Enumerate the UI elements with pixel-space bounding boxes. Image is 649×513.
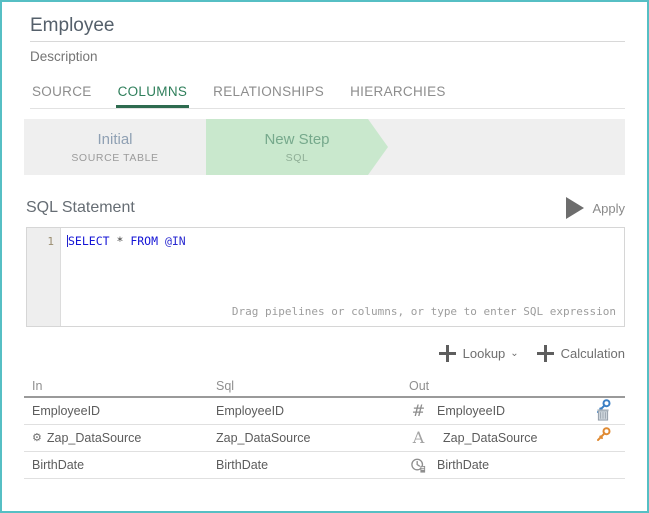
cell-in: BirthDate (32, 458, 85, 472)
description-input[interactable] (30, 48, 625, 66)
cell-sql: BirthDate (216, 458, 269, 472)
chevron-down-icon: ⌄ (510, 348, 519, 359)
tab-bar: SOURCE COLUMNS RELATIONSHIPS HIERARCHIES (30, 84, 625, 109)
text-icon: A (412, 428, 425, 447)
cell-out-label: BirthDate (437, 458, 490, 472)
row-action-icons[interactable] (581, 425, 625, 451)
sql-editor[interactable]: 1 SELECT * FROM @IN Drag pipelines or co… (26, 227, 625, 327)
column-header-out: Out (409, 379, 430, 393)
step-initial-subtitle: SOURCE TABLE (71, 152, 159, 164)
tab-source[interactable]: SOURCE (30, 84, 94, 108)
cell-out-label: Zap_DataSource (443, 431, 538, 445)
cell-out: BirthDate (409, 457, 625, 474)
sql-star-operator: * (109, 234, 131, 248)
sql-keyword-from: FROM (130, 234, 159, 248)
key-icon[interactable] (595, 427, 611, 443)
apply-button-label: Apply (592, 200, 625, 216)
add-calculation-label: Calculation (560, 346, 625, 361)
sql-code-line: SELECT * FROM @IN (67, 234, 624, 249)
step-initial[interactable]: Initial SOURCE TABLE (24, 119, 206, 175)
sql-section-header: SQL Statement Apply (26, 197, 625, 219)
line-number: 1 (47, 235, 54, 248)
tab-hierarchies[interactable]: HIERARCHIES (348, 84, 448, 108)
tab-columns[interactable]: COLUMNS (115, 84, 190, 108)
play-triangle-icon (566, 197, 585, 219)
sql-pipeline-variable: @IN (158, 234, 186, 248)
plus-icon (438, 345, 456, 362)
column-mapping-table: In Sql Out EmployeeID EmployeeID # Emplo… (24, 374, 625, 479)
gear-icon: ⚙ (32, 431, 42, 444)
add-lookup-label: Lookup (462, 346, 506, 361)
table-row[interactable]: ⚙ Zap_DataSource Zap_DataSource A Zap_Da… (24, 425, 625, 452)
sql-editor-gutter: 1 (27, 228, 61, 326)
cell-sql: Zap_DataSource (216, 431, 311, 445)
table-header-row: In Sql Out (24, 374, 625, 398)
cell-out-label: EmployeeID (437, 404, 506, 418)
title-field-wrapper (30, 14, 625, 42)
column-header-in: In (32, 379, 43, 393)
trash-icon[interactable] (596, 408, 610, 421)
step-initial-name: Initial (97, 131, 133, 148)
description-field-wrapper (30, 48, 625, 66)
step-new-step-name: New Step (264, 131, 330, 148)
employee-editor-window: SOURCE COLUMNS RELATIONSHIPS HIERARCHIES… (0, 0, 649, 513)
step-new-step-subtitle: SQL (285, 152, 309, 164)
tab-relationships[interactable]: RELATIONSHIPS (211, 84, 326, 108)
header (2, 2, 647, 66)
column-header-sql: Sql (216, 379, 235, 393)
cell-in: ⚙ Zap_DataSource (24, 431, 216, 445)
table-row[interactable]: BirthDate BirthDate BirthDate (24, 452, 625, 479)
add-lookup-button[interactable]: Lookup ⌄ (438, 345, 519, 362)
cell-in-label: Zap_DataSource (46, 431, 142, 445)
cell-in: EmployeeID (32, 404, 101, 418)
number-icon: # (411, 401, 426, 420)
sql-keyword-select: SELECT (68, 234, 110, 248)
datetime-icon (409, 457, 428, 474)
pipeline-steps-bar: Initial SOURCE TABLE New Step SQL (24, 119, 625, 175)
apply-button[interactable]: Apply (566, 197, 625, 219)
sql-editor-code-area[interactable]: SELECT * FROM @IN Drag pipelines or colu… (61, 228, 624, 326)
sql-editor-hint: Drag pipelines or columns, or type to en… (231, 305, 616, 318)
sql-section-title: SQL Statement (26, 199, 135, 216)
step-new-step[interactable]: New Step SQL (206, 119, 388, 175)
table-row[interactable]: EmployeeID EmployeeID # EmployeeID (24, 398, 625, 425)
add-calculation-button[interactable]: Calculation (536, 345, 625, 362)
cell-sql: EmployeeID (216, 404, 285, 418)
entity-name-input[interactable] (30, 14, 625, 38)
column-actions: Lookup ⌄ Calculation (2, 345, 625, 362)
plus-icon (536, 345, 554, 362)
row-action-icons[interactable] (581, 398, 625, 424)
